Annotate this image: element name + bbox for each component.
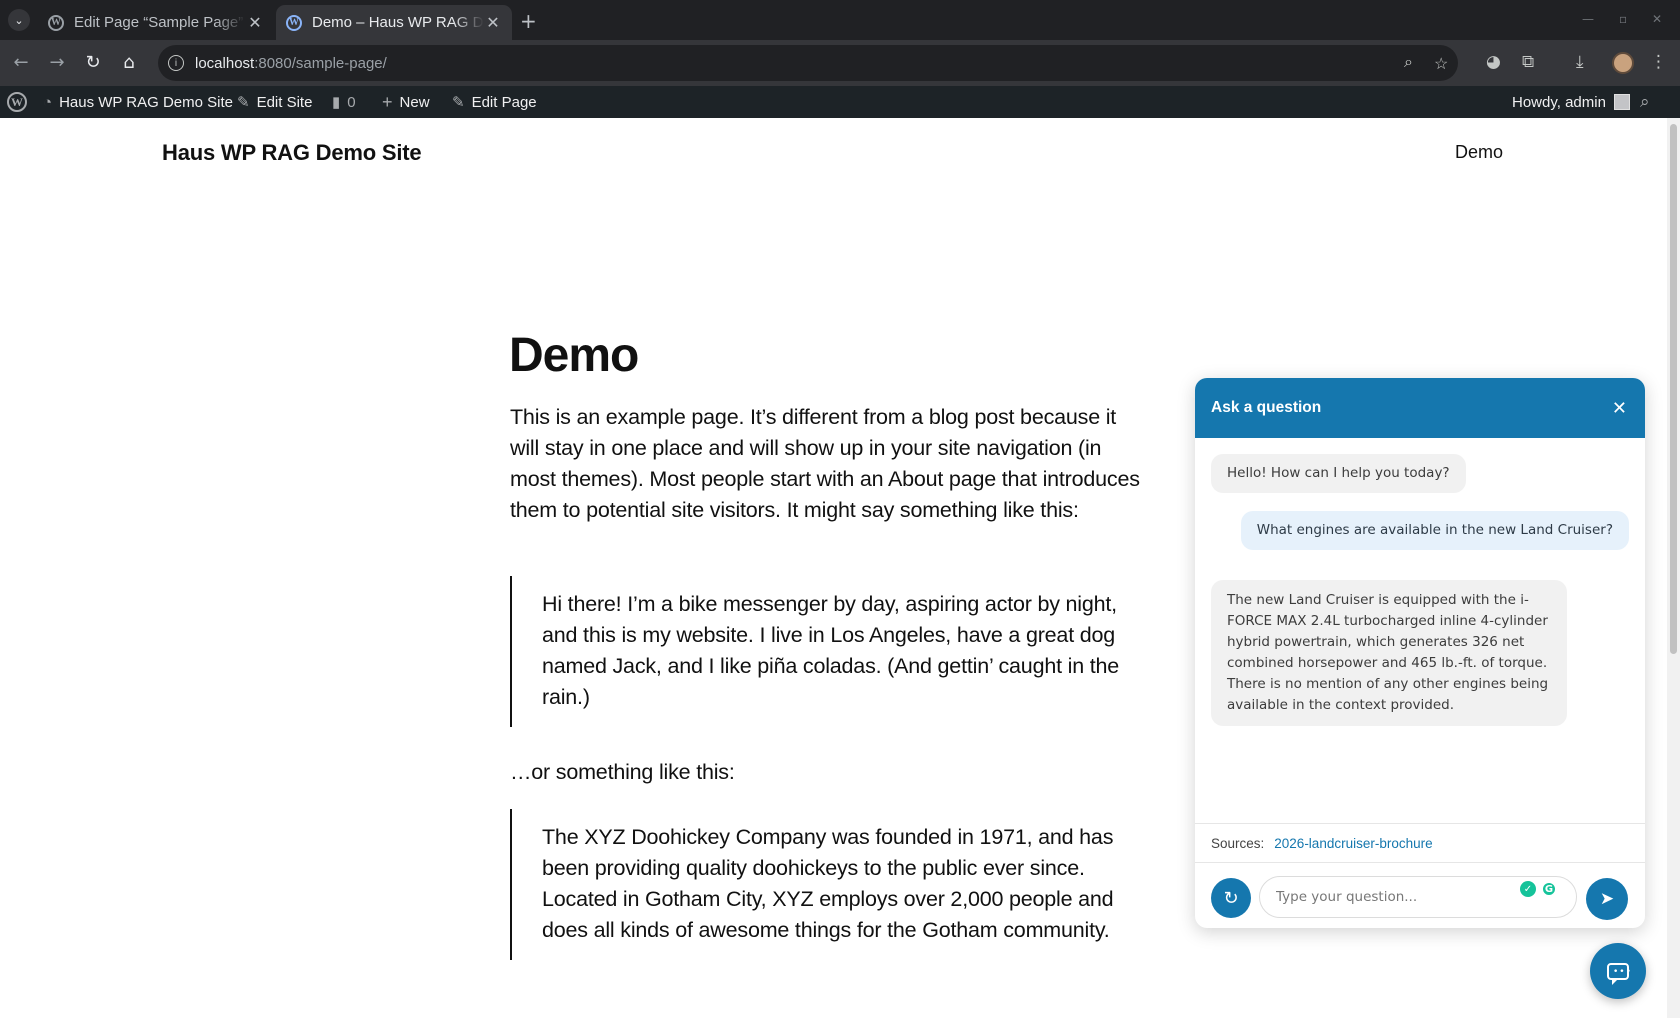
browser-tab-strip: ⌄ W Edit Page “Sample Page” ✕ W Demo – H…	[0, 0, 1680, 40]
adminbar-new-label: New	[399, 93, 430, 111]
profile-avatar[interactable]	[1612, 52, 1634, 74]
adminbar-edit-site-label: Edit Site	[256, 93, 313, 111]
chat-bubble-icon: •••	[1607, 962, 1631, 985]
browser-tab-demo[interactable]: W Demo – Haus WP RAG Demo Site ✕	[276, 5, 512, 40]
adminbar-edit-site[interactable]: ✎ Edit Site	[237, 86, 312, 118]
browser-toolbar: ← → ↻ ⌂ i localhost:8080/sample-page/ ⌕ …	[0, 40, 1680, 86]
tab-search-chevron-icon[interactable]: ⌄	[8, 9, 30, 31]
page-title: Demo	[509, 329, 639, 382]
intro-paragraph: This is an example page. It’s different …	[510, 405, 1140, 522]
chat-sources: Sources: 2026-landcruiser-brochure	[1195, 823, 1645, 863]
wp-logo-icon[interactable]: W	[7, 86, 27, 118]
chat-header: Ask a question ✕	[1195, 378, 1645, 438]
zoom-icon[interactable]: ⌕	[1404, 54, 1413, 72]
howdy-label: Howdy, admin	[1512, 93, 1606, 111]
send-arrow-icon: ➤	[1599, 889, 1615, 909]
comments-count: 0	[347, 93, 356, 111]
grammarly-bulb-icon[interactable]: ✓	[1520, 881, 1536, 897]
adminbar-site-name[interactable]: ◔ Haus WP RAG Demo Site	[43, 86, 233, 118]
bot-message: Hello! How can I help you today?	[1211, 454, 1466, 493]
dashboard-gauge-icon: ◔	[43, 93, 53, 111]
minimize-window-icon[interactable]: —	[1582, 12, 1594, 26]
sources-label: Sources:	[1211, 835, 1265, 851]
chat-message-list[interactable]: Hello! How can I help you today? What en…	[1195, 438, 1645, 823]
page-scrollbar[interactable]	[1667, 118, 1680, 1018]
extension-circle-icon[interactable]: ◕	[1486, 52, 1501, 72]
scrollbar-thumb[interactable]	[1670, 124, 1677, 654]
close-icon[interactable]: ✕	[1612, 398, 1627, 419]
send-button[interactable]: ➤	[1586, 878, 1628, 920]
comment-bubble-icon: ▮	[332, 94, 341, 111]
brush-icon: ✎	[237, 94, 250, 111]
wp-admin-bar: W ◔ Haus WP RAG Demo Site ✎ Edit Site ▮ …	[0, 86, 1680, 118]
quote-block-1: Hi there! I’m a bike messenger by day, a…	[510, 576, 1120, 727]
adminbar-search-icon[interactable]: ⌕	[1640, 86, 1650, 118]
browser-menu-icon[interactable]: ⋮	[1650, 52, 1667, 72]
pencil-icon: ✎	[452, 94, 465, 111]
adminbar-edit-page-label: Edit Page	[471, 93, 537, 111]
close-window-icon[interactable]: ✕	[1652, 12, 1662, 26]
address-bar[interactable]: i localhost:8080/sample-page/ ⌕ ☆	[158, 45, 1458, 81]
source-link[interactable]: 2026-landcruiser-brochure	[1274, 836, 1432, 851]
adminbar-edit-page[interactable]: ✎ Edit Page	[452, 86, 537, 118]
chat-launcher-button[interactable]: •••	[1590, 943, 1646, 999]
quote-text: The XYZ Doohickey Company was founded in…	[542, 825, 1114, 942]
tab-title: Edit Page “Sample Page”	[74, 14, 244, 31]
chat-input-row: ↻ ✓ G ➤	[1195, 863, 1645, 928]
download-icon[interactable]: ⤓	[1576, 52, 1584, 72]
adminbar-comments[interactable]: ▮ 0	[332, 86, 356, 118]
between-paragraph: …or something like this:	[510, 760, 735, 784]
forward-arrow-icon[interactable]: →	[46, 52, 68, 73]
tab-close-icon[interactable]: ✕	[484, 13, 502, 33]
extensions-puzzle-icon[interactable]: ⧉	[1522, 52, 1534, 72]
back-arrow-icon[interactable]: ←	[10, 52, 32, 73]
refresh-icon: ↻	[1223, 887, 1239, 909]
quote-text: Hi there! I’m a bike messenger by day, a…	[542, 592, 1120, 709]
plus-icon: +	[382, 91, 393, 112]
site-title[interactable]: Haus WP RAG Demo Site	[162, 140, 422, 166]
maximize-window-icon[interactable]: ▫	[1619, 12, 1627, 26]
adminbar-my-account[interactable]: Howdy, admin	[1512, 86, 1630, 118]
new-tab-plus-icon[interactable]: +	[520, 9, 537, 33]
avatar	[1613, 94, 1630, 110]
reset-chat-button[interactable]: ↻	[1211, 878, 1251, 918]
reload-icon[interactable]: ↻	[82, 52, 104, 73]
tab-title: Demo – Haus WP RAG Demo Site	[312, 14, 484, 31]
user-message: What engines are available in the new La…	[1240, 511, 1629, 550]
url-host: localhost	[195, 54, 255, 72]
quote-block-2: The XYZ Doohickey Company was founded in…	[510, 809, 1120, 960]
url-path: :8080/sample-page/	[254, 54, 387, 72]
chat-title: Ask a question	[1211, 399, 1322, 416]
adminbar-new[interactable]: + New	[382, 86, 430, 118]
grammarly-logo-icon[interactable]: G	[1541, 881, 1557, 897]
home-icon[interactable]: ⌂	[118, 52, 140, 73]
site-info-icon[interactable]: i	[168, 55, 184, 71]
wordpress-icon: W	[48, 14, 64, 31]
chat-widget: Ask a question ✕ Hello! How can I help y…	[1195, 378, 1645, 928]
nav-item-demo[interactable]: Demo	[1455, 142, 1503, 163]
bot-message: The new Land Cruiser is equipped with th…	[1211, 580, 1567, 726]
bookmark-star-icon[interactable]: ☆	[1434, 54, 1448, 74]
adminbar-site-name-label: Haus WP RAG Demo Site	[59, 93, 234, 111]
tab-close-icon[interactable]: ✕	[246, 13, 264, 33]
wordpress-icon: W	[286, 14, 302, 31]
browser-tab-edit-page[interactable]: W Edit Page “Sample Page” ✕	[38, 5, 274, 40]
